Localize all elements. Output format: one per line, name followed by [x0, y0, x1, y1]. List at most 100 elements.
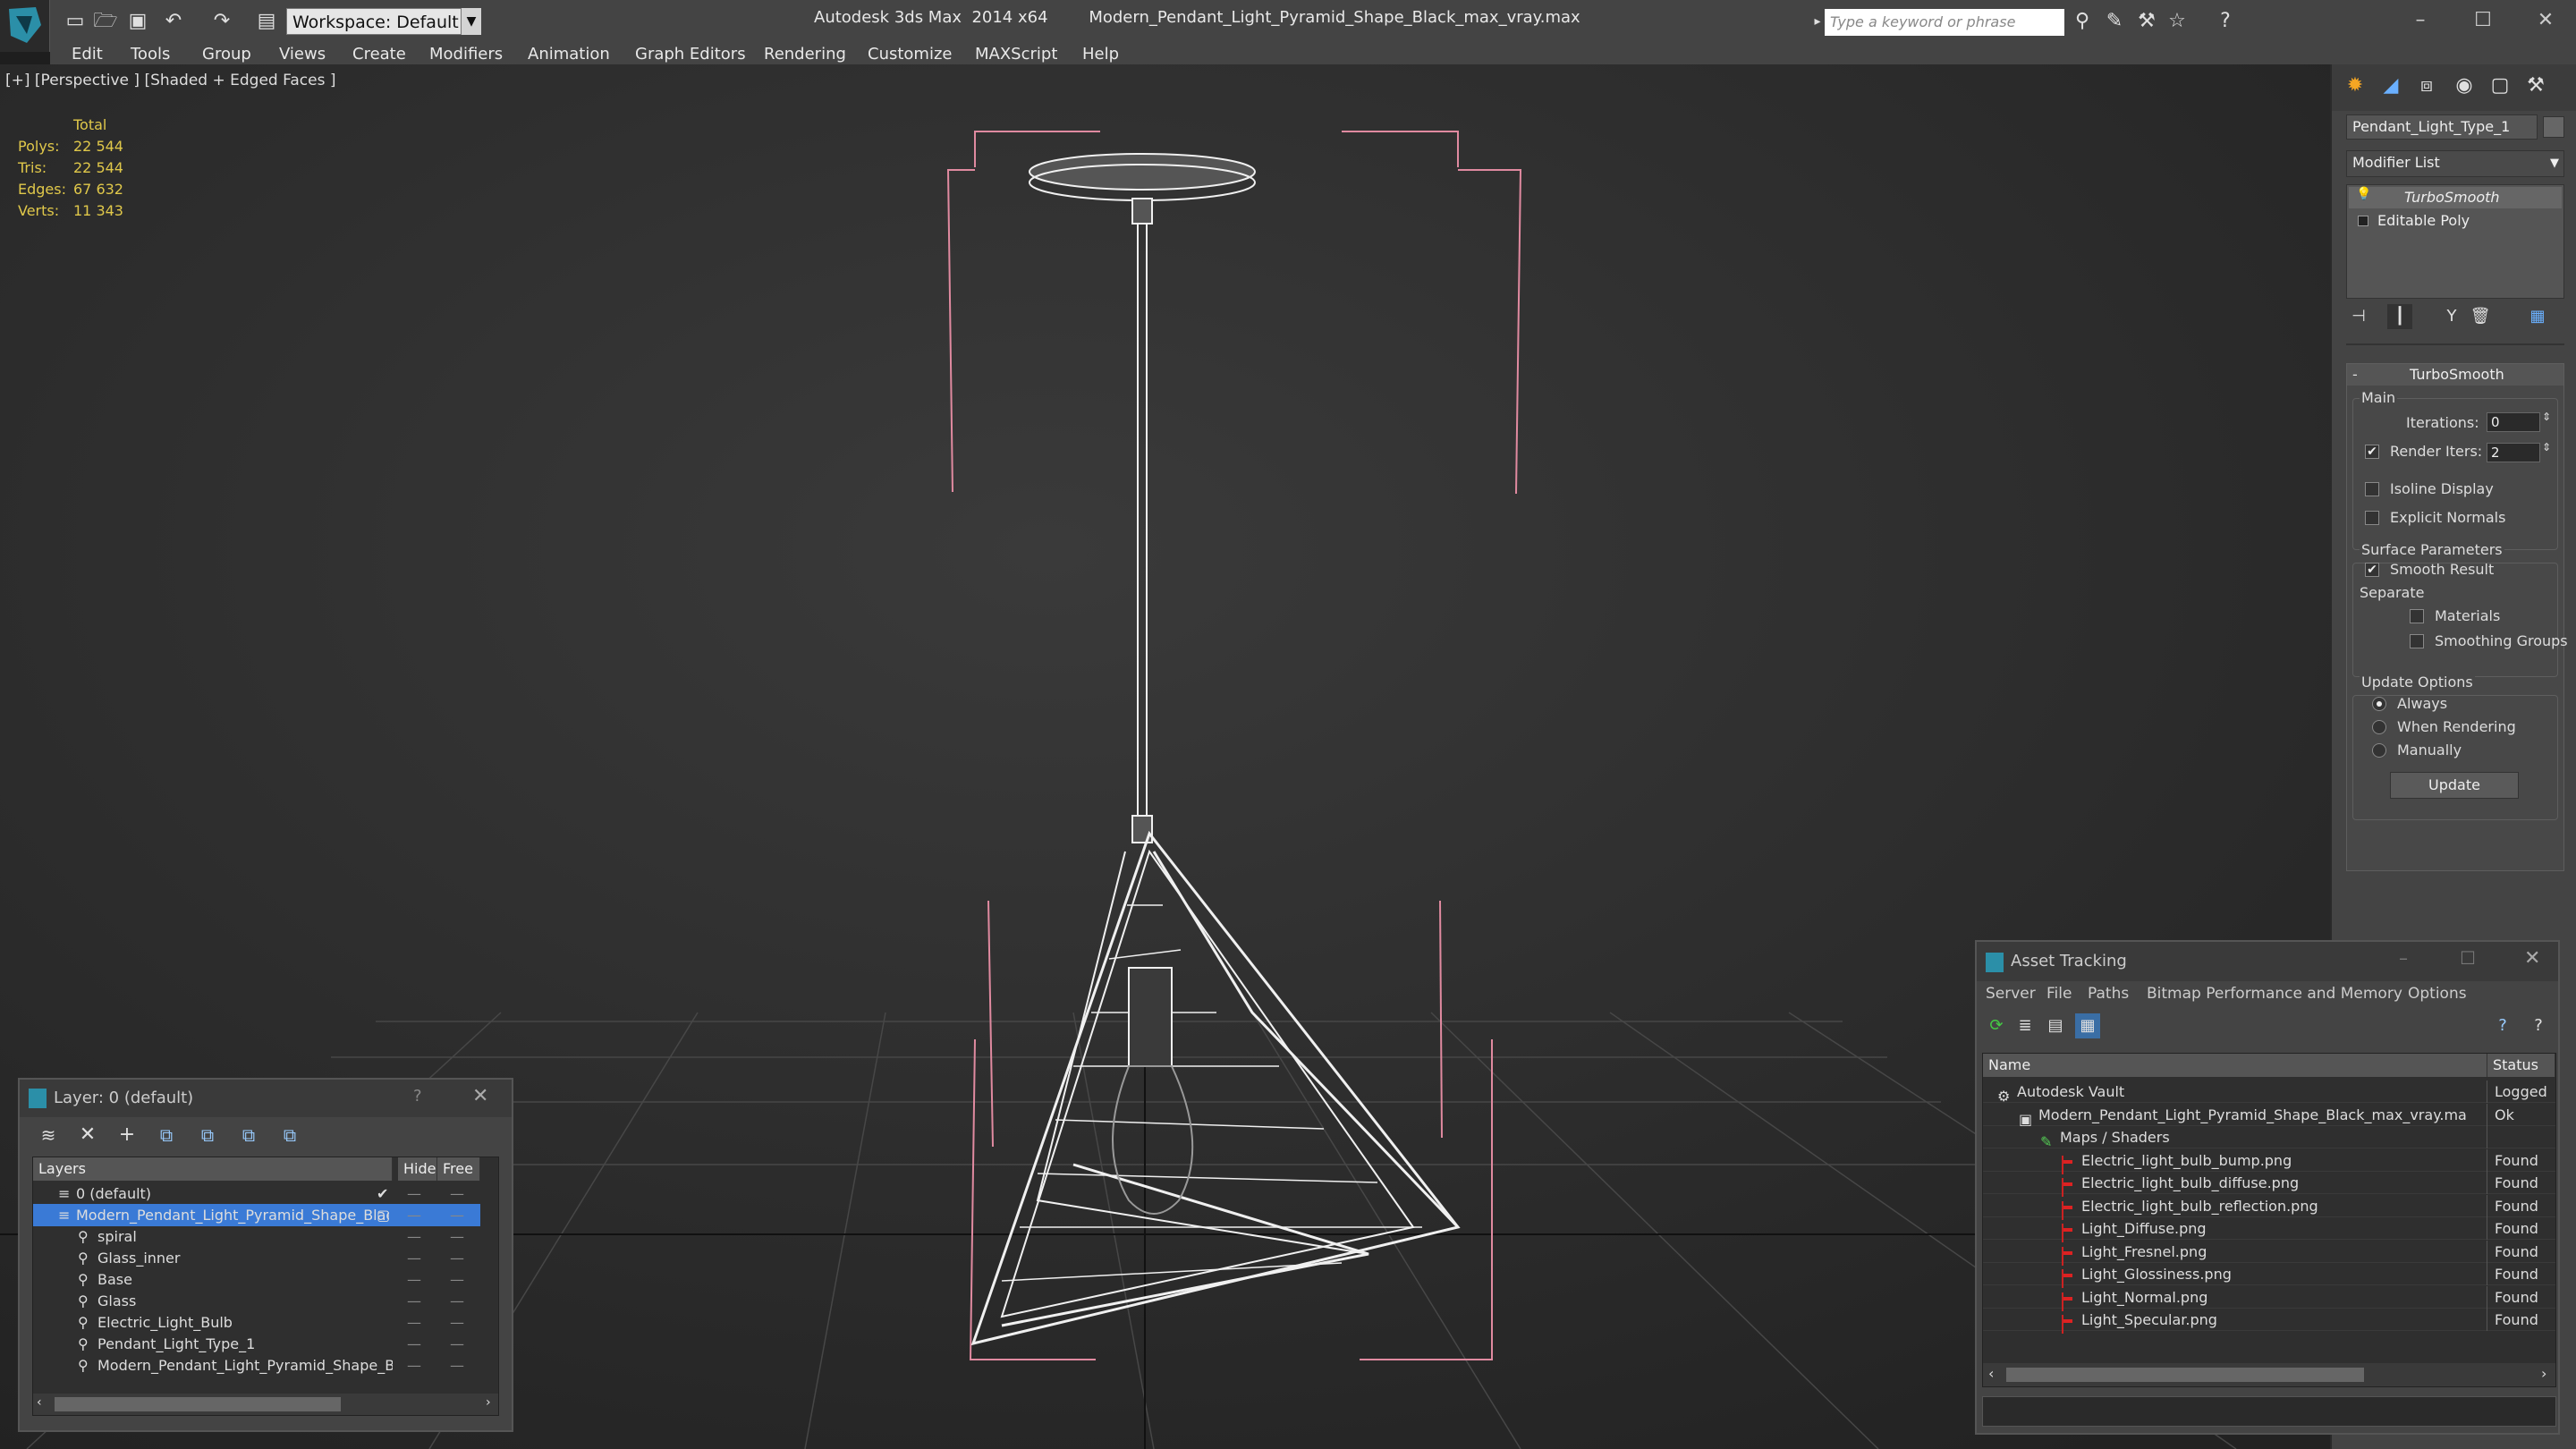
- show-end-result-icon[interactable]: ┃: [2387, 304, 2412, 329]
- menu-tools[interactable]: Tools: [131, 45, 170, 64]
- communication-icon[interactable]: ✎: [2102, 9, 2127, 34]
- expand-icon[interactable]: [2358, 216, 2368, 226]
- scroll-right-icon[interactable]: ›: [2541, 1365, 2546, 1382]
- asset-row[interactable]: Electric_light_bulb_diffuse.png Found: [1983, 1172, 2555, 1197]
- layer-row[interactable]: ⚲ Base — —: [33, 1268, 480, 1291]
- redo-icon[interactable]: ↷: [209, 9, 234, 34]
- viewport-label[interactable]: [+] [Perspective ] [Shaded + Edged Faces…: [5, 72, 335, 89]
- menu-rendering[interactable]: Rendering: [764, 45, 846, 64]
- motion-tab-icon[interactable]: ◉: [2452, 73, 2477, 98]
- hide-toggle[interactable]: —: [407, 1225, 421, 1248]
- active-layer-check-icon[interactable]: ✔: [377, 1182, 388, 1205]
- refresh-icon[interactable]: ⟳: [1984, 1013, 2009, 1038]
- asset-row[interactable]: Light_Fresnel.png Found: [1983, 1240, 2555, 1266]
- menu-paths[interactable]: Paths: [2088, 985, 2129, 1003]
- create-layer-icon[interactable]: ≋: [36, 1123, 61, 1148]
- hide-toggle[interactable]: —: [407, 1182, 421, 1205]
- freeze-toggle[interactable]: —: [450, 1333, 464, 1355]
- make-unique-icon[interactable]: Y: [2439, 304, 2464, 329]
- asset-row[interactable]: ▣ Modern_Pendant_Light_Pyramid_Shape_Blac…: [1983, 1103, 2555, 1128]
- menu-options[interactable]: Options: [2408, 985, 2467, 1003]
- scroll-left-icon[interactable]: ‹: [37, 1395, 42, 1410]
- favorites-star-icon[interactable]: ☆: [2165, 9, 2190, 34]
- settings-icon[interactable]: ?: [2526, 1013, 2551, 1038]
- update-button[interactable]: Update: [2390, 772, 2519, 799]
- hide-toggle[interactable]: —: [407, 1333, 421, 1355]
- render-iters-spinner[interactable]: 2: [2487, 443, 2540, 462]
- hide-toggle[interactable]: —: [407, 1268, 421, 1291]
- hide-toggle[interactable]: —: [407, 1247, 421, 1269]
- close-icon[interactable]: ✕: [2524, 947, 2540, 970]
- undo-icon[interactable]: ↶: [161, 9, 186, 34]
- configure-sets-icon[interactable]: ▦: [2525, 304, 2550, 329]
- delete-layer-icon[interactable]: ✕: [75, 1123, 100, 1148]
- layer-row[interactable]: ⚲ Modern_Pendant_Light_Pyramid_Shape_Blac…: [33, 1354, 480, 1377]
- layer-row[interactable]: ⚲ spiral — —: [33, 1225, 480, 1248]
- menu-bitmap-performance[interactable]: Bitmap Performance and Memory: [2147, 985, 2402, 1003]
- hide-toggle[interactable]: —: [407, 1204, 421, 1226]
- app-logo-icon[interactable]: [0, 0, 50, 52]
- smoothing-groups-checkbox[interactable]: [2410, 634, 2424, 648]
- help-icon[interactable]: ?: [2490, 1013, 2515, 1038]
- workspace-select[interactable]: Workspace: Default: [286, 8, 462, 35]
- asset-path-field[interactable]: [1982, 1396, 2556, 1427]
- layer-row[interactable]: ⚲ Electric_Light_Bulb — —: [33, 1311, 480, 1334]
- maximize-icon[interactable]: ☐: [2465, 5, 2501, 36]
- rollout-header[interactable]: - TurboSmooth: [2347, 364, 2563, 386]
- smooth-result-checkbox[interactable]: ✔: [2365, 563, 2379, 577]
- freeze-toggle[interactable]: —: [450, 1268, 464, 1291]
- freeze-toggle[interactable]: —: [450, 1182, 464, 1205]
- search-input[interactable]: Type a keyword or phrase: [1825, 9, 2064, 36]
- isoline-checkbox[interactable]: [2365, 482, 2379, 496]
- menu-server[interactable]: Server: [1986, 985, 2036, 1003]
- menu-animation[interactable]: Animation: [528, 45, 610, 64]
- project-folder-icon[interactable]: ▤: [254, 9, 279, 34]
- layer-row[interactable]: ≡ 0 (default) — — ✔: [33, 1182, 480, 1205]
- table-view-icon[interactable]: ▦: [2075, 1013, 2100, 1038]
- chevron-down-icon[interactable]: ▼: [2546, 154, 2563, 174]
- asset-row[interactable]: ⚙ Autodesk Vault Logged: [1983, 1080, 2555, 1105]
- scroll-thumb[interactable]: [2006, 1368, 2364, 1382]
- freeze-toggle[interactable]: —: [450, 1247, 464, 1269]
- menu-create[interactable]: Create: [352, 45, 406, 64]
- when-rendering-radio[interactable]: [2372, 720, 2386, 734]
- scroll-thumb[interactable]: [55, 1397, 341, 1411]
- menu-graph-editors[interactable]: Graph Editors: [635, 45, 746, 64]
- iterations-spinner[interactable]: 0: [2487, 412, 2540, 432]
- maximize-icon[interactable]: ☐: [2460, 947, 2476, 969]
- help-icon[interactable]: ?: [413, 1087, 422, 1106]
- col-status[interactable]: Status: [2487, 1054, 2555, 1077]
- list-view-icon[interactable]: ≣: [2012, 1013, 2038, 1038]
- scroll-right-icon[interactable]: ›: [486, 1395, 491, 1410]
- menu-edit[interactable]: Edit: [72, 45, 103, 64]
- col-free[interactable]: Free: [437, 1157, 480, 1181]
- render-iters-checkbox[interactable]: ✔: [2365, 445, 2379, 459]
- spinner-arrows-icon[interactable]: ⇕: [2542, 411, 2551, 423]
- collapse-icon[interactable]: -: [2352, 366, 2358, 383]
- layer-row[interactable]: ⚲ Glass_inner — —: [33, 1247, 480, 1269]
- create-tab-icon[interactable]: ✹: [2343, 73, 2368, 98]
- chevron-down-icon[interactable]: ▼: [462, 8, 481, 35]
- menu-modifiers[interactable]: Modifiers: [429, 45, 503, 64]
- save-file-icon[interactable]: ▣: [125, 9, 150, 34]
- stack-item-editable-poly[interactable]: Editable Poly: [2349, 210, 2562, 232]
- help-icon[interactable]: ?: [2213, 9, 2238, 34]
- asset-row[interactable]: Electric_light_bulb_reflection.png Found: [1983, 1194, 2555, 1220]
- col-hide[interactable]: Hide: [398, 1157, 437, 1181]
- modifier-list-select[interactable]: Modifier List: [2346, 150, 2564, 177]
- hierarchy-tab-icon[interactable]: ⧈: [2414, 73, 2439, 98]
- minimize-icon[interactable]: –: [2399, 947, 2408, 969]
- col-layers[interactable]: Layers: [33, 1157, 393, 1181]
- layer-row[interactable]: ≡ Modern_Pendant_Light_Pyramid_Shape_Blac…: [33, 1204, 480, 1226]
- thumbnail-view-icon[interactable]: ▤: [2043, 1013, 2068, 1038]
- menu-views[interactable]: Views: [279, 45, 326, 64]
- modify-tab-icon[interactable]: ◢: [2378, 73, 2403, 98]
- manually-radio[interactable]: [2372, 743, 2386, 758]
- object-color-swatch[interactable]: [2543, 116, 2564, 138]
- object-name-field[interactable]: Pendant_Light_Type_1: [2346, 114, 2538, 140]
- pin-stack-icon[interactable]: ⊣: [2346, 304, 2371, 329]
- horizontal-scrollbar[interactable]: ‹ ›: [1983, 1363, 2555, 1386]
- always-radio[interactable]: [2372, 697, 2386, 711]
- horizontal-scrollbar[interactable]: ‹ ›: [33, 1394, 498, 1415]
- select-objects-icon[interactable]: ⧉: [154, 1123, 179, 1148]
